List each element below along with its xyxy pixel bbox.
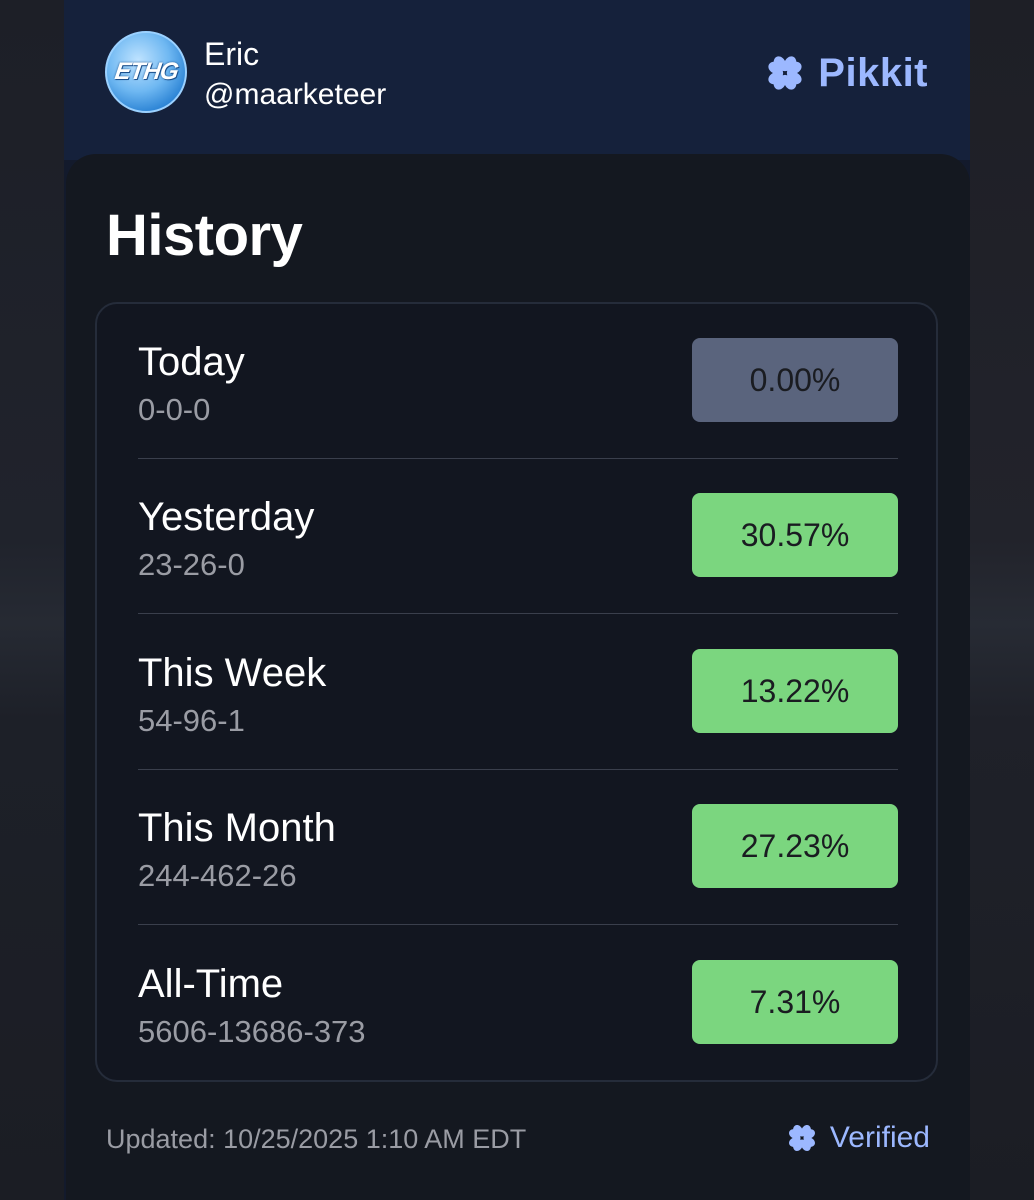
percent-badge: 27.23% bbox=[692, 804, 898, 888]
updated-timestamp: Updated: 10/25/2025 1:10 AM EDT bbox=[106, 1124, 527, 1154]
percent-badge: 30.57% bbox=[692, 493, 898, 577]
history-list: Today 0-0-0 0.00% Yesterday 23-26-0 30.5… bbox=[95, 302, 938, 1082]
history-row-yesterday[interactable]: Yesterday 23-26-0 30.57% bbox=[138, 459, 898, 614]
row-label: Today bbox=[138, 340, 245, 384]
user-name[interactable]: Eric bbox=[204, 36, 259, 73]
profile-header: ETHG Eric @maarketeer Pikkit bbox=[64, 0, 970, 160]
divider bbox=[138, 924, 898, 925]
clover-icon bbox=[768, 56, 802, 90]
row-label: Yesterday bbox=[138, 495, 315, 539]
percent-badge: 0.00% bbox=[692, 338, 898, 422]
background-right bbox=[970, 0, 1034, 1200]
history-row-today[interactable]: Today 0-0-0 0.00% bbox=[138, 304, 898, 459]
clover-icon bbox=[788, 1125, 815, 1151]
percent-badge: 13.22% bbox=[692, 649, 898, 733]
row-record: 5606-13686-373 bbox=[138, 1014, 366, 1049]
avatar-logo-text: ETHG bbox=[112, 58, 180, 85]
row-record: 0-0-0 bbox=[138, 392, 211, 427]
user-handle[interactable]: @maarketeer bbox=[204, 78, 386, 112]
share-card: ETHG Eric @maarketeer Pikkit History Tod… bbox=[64, 0, 970, 1200]
percent-badge: 7.31% bbox=[692, 960, 898, 1044]
row-label: This Week bbox=[138, 651, 327, 695]
page-title: History bbox=[106, 203, 303, 268]
history-row-all-time[interactable]: All-Time 5606-13686-373 7.31% bbox=[138, 926, 898, 1081]
row-label: This Month bbox=[138, 806, 336, 850]
row-record: 54-96-1 bbox=[138, 703, 245, 738]
divider bbox=[138, 613, 898, 614]
verified-label: Verified bbox=[829, 1121, 930, 1154]
row-label: All-Time bbox=[138, 962, 284, 1006]
avatar[interactable]: ETHG bbox=[105, 31, 187, 113]
verified-badge[interactable]: Verified bbox=[784, 1120, 930, 1156]
history-row-this-month[interactable]: This Month 244-462-26 27.23% bbox=[138, 770, 898, 925]
row-record: 244-462-26 bbox=[138, 858, 297, 893]
history-card: History Today 0-0-0 0.00% Yesterday 23-2… bbox=[66, 154, 970, 1200]
brand-logo[interactable]: Pikkit bbox=[762, 50, 928, 96]
background-left bbox=[0, 0, 64, 1200]
brand-name: Pikkit bbox=[818, 50, 928, 95]
history-row-this-week[interactable]: This Week 54-96-1 13.22% bbox=[138, 615, 898, 770]
row-record: 23-26-0 bbox=[138, 547, 245, 582]
